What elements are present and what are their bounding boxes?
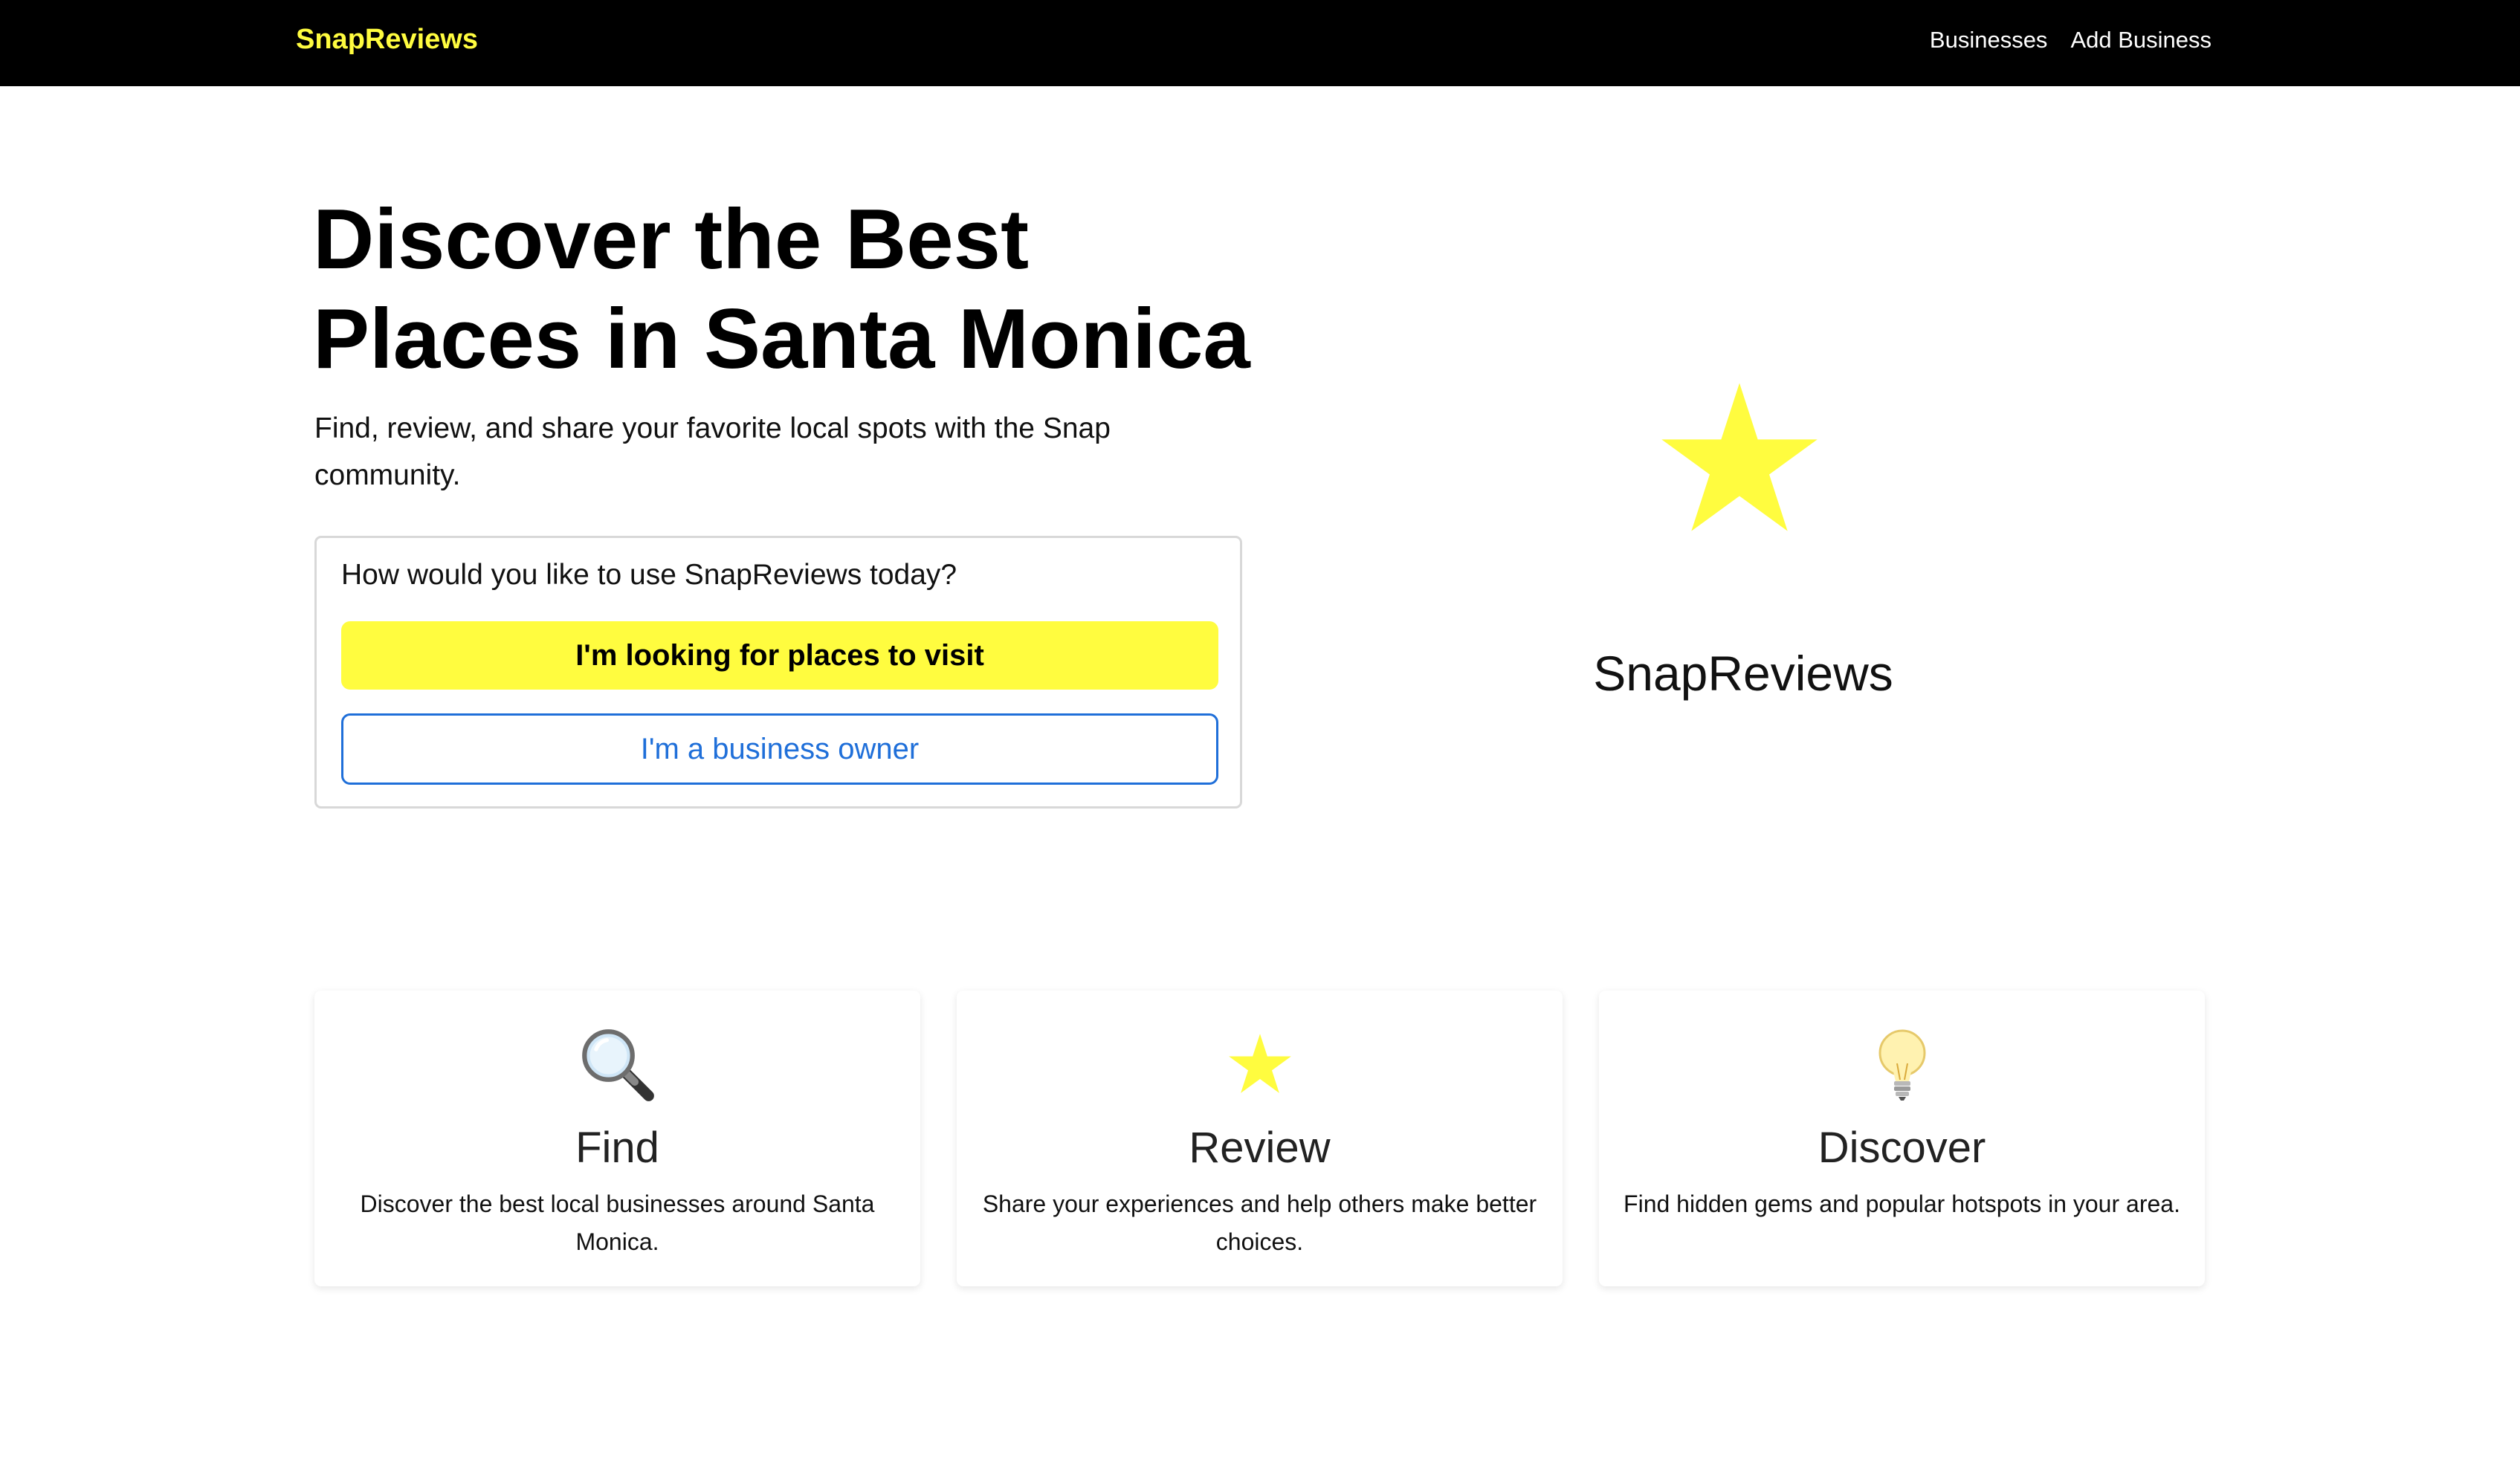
visitor-button[interactable]: I'm looking for places to visit bbox=[341, 621, 1218, 690]
feature-title: Review bbox=[1189, 1124, 1331, 1172]
feature-card-review: Review Share your experiences and help o… bbox=[957, 991, 1563, 1286]
feature-card-discover: Discover Find hidden gems and popular ho… bbox=[1599, 991, 2205, 1286]
top-navbar: SnapReviews Businesses Add Business bbox=[0, 0, 2520, 86]
feature-description: Discover the best local businesses aroun… bbox=[360, 1190, 875, 1255]
nav-links: Businesses Add Business bbox=[1930, 27, 2212, 54]
magnifying-glass-icon bbox=[314, 1028, 920, 1102]
feature-title: Discover bbox=[1818, 1124, 1986, 1172]
feature-title: Find bbox=[575, 1124, 659, 1172]
business-owner-button[interactable]: I'm a business owner bbox=[341, 713, 1218, 785]
star-icon bbox=[957, 1028, 1563, 1102]
nav-link-add-business[interactable]: Add Business bbox=[2070, 27, 2212, 54]
brand-logo-link[interactable]: SnapReviews bbox=[296, 24, 478, 56]
logo-text: SnapReviews bbox=[1593, 646, 1893, 701]
feature-description: Share your experiences and help others m… bbox=[982, 1190, 1537, 1255]
lightbulb-icon bbox=[1599, 1028, 2205, 1102]
star-icon bbox=[1661, 383, 1818, 531]
nav-link-businesses[interactable]: Businesses bbox=[1930, 27, 2048, 54]
hero-subtitle: Find, review, and share your favorite lo… bbox=[314, 412, 1111, 491]
feature-card-find: Find Discover the best local businesses … bbox=[314, 991, 920, 1286]
hero-title: Discover the Best Places in Santa Monica bbox=[313, 192, 1250, 386]
user-type-prompt: How would you like to use SnapReviews to… bbox=[341, 559, 957, 591]
feature-description: Find hidden gems and popular hotspots in… bbox=[1624, 1190, 2180, 1217]
user-type-card: How would you like to use SnapReviews to… bbox=[314, 536, 1242, 809]
